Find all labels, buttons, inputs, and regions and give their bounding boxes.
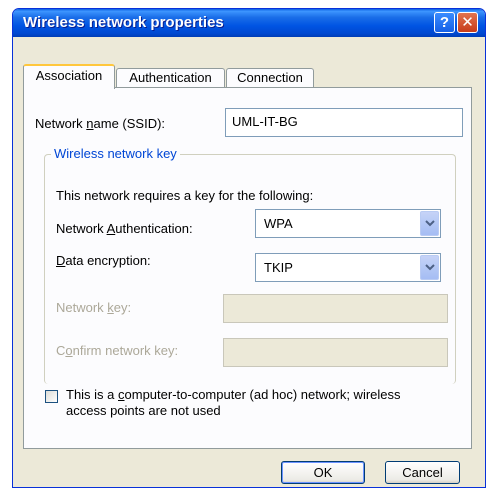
network-authentication-select[interactable]: WPA	[255, 209, 441, 238]
dropdown-arrow-button[interactable]	[420, 255, 439, 280]
close-icon: ✕	[461, 14, 474, 31]
adhoc-checkbox[interactable]	[45, 390, 58, 403]
key-description: This network requires a key for the foll…	[56, 188, 314, 203]
confirm-network-key-label: Confirm network key:	[56, 343, 179, 358]
ok-button[interactable]: OK	[281, 461, 365, 484]
window-title: Wireless network properties	[23, 14, 224, 31]
network-authentication-label: Network Authentication:	[56, 221, 193, 236]
data-encryption-label: Data encryption:	[56, 253, 151, 268]
wireless-key-group-title: Wireless network key	[51, 146, 180, 161]
ssid-label: Network name (SSID):	[35, 116, 166, 131]
ssid-input[interactable]: UML-IT-BG	[225, 108, 463, 137]
adhoc-label-line2[interactable]: access points are not used	[66, 403, 221, 418]
confirm-network-key-input[interactable]	[223, 338, 448, 367]
data-encryption-value: TKIP	[264, 260, 293, 275]
help-icon: ?	[439, 14, 450, 31]
cancel-button[interactable]: Cancel	[385, 461, 460, 484]
data-encryption-select[interactable]: TKIP	[255, 253, 441, 282]
network-authentication-value: WPA	[264, 216, 293, 231]
tab-connection[interactable]: Connection	[226, 68, 314, 88]
help-button[interactable]: ?	[434, 12, 455, 33]
association-panel: Network name (SSID): UML-IT-BG Wireless …	[23, 87, 472, 449]
adhoc-label-line1[interactable]: This is a computer-to-computer (ad hoc) …	[66, 387, 401, 402]
close-button[interactable]: ✕	[457, 12, 478, 33]
chevron-down-icon	[425, 220, 435, 227]
network-key-label: Network key:	[56, 300, 132, 315]
tab-authentication[interactable]: Authentication	[116, 68, 225, 88]
dialog-window: Wireless network properties ? ✕ Associat…	[12, 8, 486, 488]
dropdown-arrow-button[interactable]	[420, 211, 439, 236]
chevron-down-icon	[425, 264, 435, 271]
tab-association[interactable]: Association	[23, 64, 115, 89]
title-bar[interactable]: Wireless network properties ? ✕	[13, 9, 485, 37]
network-key-input[interactable]	[223, 294, 448, 323]
